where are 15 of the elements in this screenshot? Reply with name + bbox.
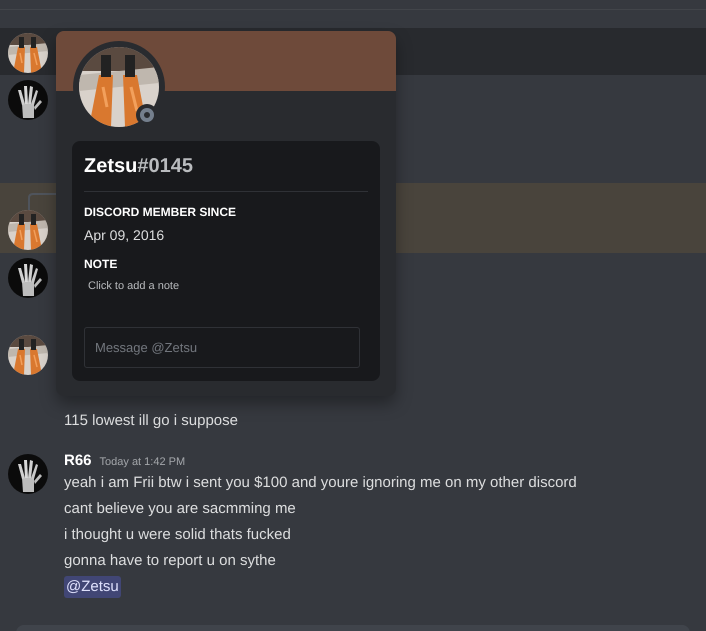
note-field[interactable]: Click to add a note bbox=[84, 278, 368, 294]
username: Zetsu#0145 bbox=[84, 154, 194, 179]
message-text: 115 lowest ill go i suppose bbox=[64, 411, 238, 431]
user-mention[interactable]: @Zetsu bbox=[64, 576, 121, 598]
section-heading: DISCORD MEMBER SINCE bbox=[84, 204, 238, 220]
message-text: yeah i am Frii btw i sent you $100 and youre ignoring me on my other discord bbox=[64, 473, 577, 493]
section-heading: NOTE bbox=[84, 256, 118, 272]
timestamp: Today at 1:42 PM bbox=[100, 455, 186, 470]
message-field[interactable]: Message @Zetsu bbox=[84, 327, 360, 368]
member-since-date: Apr 09, 2016 bbox=[84, 226, 166, 244]
message-text: i thought u were solid thats fucked bbox=[64, 525, 292, 545]
message-text: gonna have to report u on sythe bbox=[64, 551, 277, 571]
reply-connector bbox=[28, 193, 56, 210]
message-text: cant believe you are sacmming me bbox=[64, 499, 297, 519]
author-name[interactable]: R66 bbox=[64, 450, 92, 472]
